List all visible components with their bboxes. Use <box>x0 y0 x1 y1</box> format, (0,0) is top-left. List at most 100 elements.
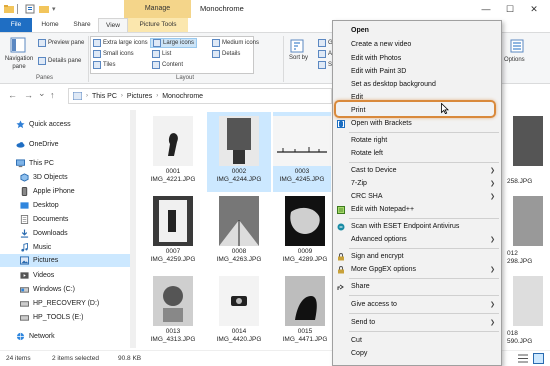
preview-pane-button[interactable]: Preview pane <box>38 39 84 47</box>
extra-large-icons-icon <box>93 39 101 47</box>
minimize-button[interactable]: — <box>474 0 498 18</box>
download-icon <box>20 229 29 238</box>
tab-picture-tools[interactable]: Picture Tools <box>128 18 188 32</box>
menu-item-cut[interactable]: Cut <box>333 335 501 347</box>
menu-item-sign-and-encrypt[interactable]: Sign and encrypt <box>333 251 501 263</box>
file-thumbnail[interactable]: 0009 IMG_4289.JPG <box>273 192 337 272</box>
sidebar-item-hp-tools-e[interactable]: HP_TOOLS (E:) <box>20 311 83 324</box>
sidebar-item-music[interactable]: Music <box>20 241 51 254</box>
chevron-right-icon: › <box>156 93 159 99</box>
sidebar-item-documents[interactable]: Documents <box>20 213 68 226</box>
sidebar-item-onedrive[interactable]: OneDrive <box>16 138 59 151</box>
details-pane-button[interactable]: Details pane <box>38 57 81 65</box>
manage-context-tab[interactable]: Manage <box>124 0 191 18</box>
submenu-arrow-icon: ❯ <box>489 237 495 243</box>
file-thumbnail-selected[interactable]: 0002 IMG_4244.JPG <box>207 112 271 192</box>
menu-item-rotate-left[interactable]: Rotate left <box>333 148 501 160</box>
sidebar-item-hp-recovery-d[interactable]: HP_RECOVERY (D:) <box>20 297 99 310</box>
extra-large-icons-option[interactable]: Extra large icons <box>93 39 148 47</box>
list-option[interactable]: List <box>152 50 171 58</box>
address-bar[interactable]: › This PC › Pictures › Monochrome <box>68 88 332 104</box>
menu-item-label: 7-Zip <box>351 180 367 187</box>
sidebar-item-apple-iphone[interactable]: Apple iPhone <box>20 185 75 198</box>
menu-item-more-gpgex-options[interactable]: More GpgEX options ❯ <box>333 264 501 276</box>
sort-by-button[interactable]: Sort by <box>289 55 309 62</box>
divider <box>349 248 499 249</box>
file-thumbnail-selected[interactable]: 0003 IMG_4245.JPG <box>273 112 331 192</box>
options-button[interactable]: Options <box>504 57 525 63</box>
menu-item-give-access-to[interactable]: Give access to ❯ <box>333 299 501 311</box>
sidebar-item-this-pc[interactable]: This PC <box>16 157 54 170</box>
file-thumbnail-partial[interactable]: 018 590.JPG <box>507 272 543 352</box>
details-option[interactable]: Details <box>212 50 240 58</box>
menu-item-7-zip[interactable]: 7-Zip ❯ <box>333 178 501 190</box>
menu-item-edit-with-notepad-plus-plus[interactable]: Edit with Notepad++ <box>333 204 501 216</box>
tiles-icon <box>93 61 101 69</box>
navigation-pane-icon <box>10 37 26 53</box>
file-thumbnail[interactable]: 0013 IMG_4313.JPG <box>141 272 205 352</box>
file-thumbnail[interactable]: 0001 IMG_4221.JPG <box>141 112 205 192</box>
sidebar-item-3d-objects[interactable]: 3D Objects <box>20 171 68 184</box>
menu-item-open[interactable]: Open <box>333 25 501 37</box>
menu-item-edit-with-photos[interactable]: Edit with Photos <box>333 53 501 65</box>
menu-item-rotate-right[interactable]: Rotate right <box>333 135 501 147</box>
menu-item-create-video[interactable]: Create a new video <box>333 39 501 51</box>
menu-item-set-desktop-background[interactable]: Set as desktop background <box>333 79 501 91</box>
title-bar: ▾ <box>0 0 550 18</box>
medium-icons-option[interactable]: Medium icons <box>212 39 259 47</box>
new-folder-icon[interactable] <box>39 4 49 14</box>
file-thumbnail[interactable]: 0015 IMG_4471.JPG <box>273 272 337 352</box>
sidebar-item-downloads[interactable]: Downloads <box>20 227 68 240</box>
divider <box>88 36 89 82</box>
breadcrumb-pictures[interactable]: Pictures <box>127 93 152 100</box>
large-icons-option[interactable]: Large icons <box>150 38 198 48</box>
tab-file[interactable]: File <box>0 18 32 32</box>
menu-item-edit-with-paint-3d[interactable]: Edit with Paint 3D <box>333 66 501 78</box>
sidebar-item-quick-access[interactable]: Quick access <box>16 118 71 131</box>
properties-icon[interactable] <box>25 4 35 14</box>
menu-item-scan-eset[interactable]: Scan with ESET Endpoint Antivirus <box>333 221 501 233</box>
sidebar-item-label: Pictures <box>33 257 59 264</box>
sidebar-scrollbar[interactable] <box>130 110 136 348</box>
large-icons-view-icon[interactable] <box>533 353 544 364</box>
breadcrumb-this-pc[interactable]: This PC <box>92 93 117 100</box>
sidebar-item-label: HP_TOOLS (E:) <box>33 314 84 321</box>
up-button[interactable]: ↑ <box>50 90 55 100</box>
file-thumbnail-partial[interactable]: 258.JPG <box>507 112 543 192</box>
tiles-option[interactable]: Tiles <box>93 61 115 69</box>
sidebar-item-network[interactable]: Network <box>16 330 55 343</box>
medium-icons-icon <box>212 39 220 47</box>
details-view-icon[interactable] <box>518 354 528 363</box>
tab-share[interactable]: Share <box>66 18 98 32</box>
menu-item-cast-to-device[interactable]: Cast to Device ❯ <box>333 165 501 177</box>
navigation-pane-button[interactable]: Navigation pane <box>2 55 36 71</box>
sidebar-item-pictures[interactable]: Pictures <box>0 254 130 267</box>
sidebar-item-videos[interactable]: Videos <box>20 269 54 282</box>
file-thumbnail[interactable]: 0007 IMG_4259.JPG <box>141 192 205 272</box>
navigation-pane: Quick access OneDrive This PC 3D Objects… <box>0 110 130 348</box>
menu-item-send-to[interactable]: Send to ❯ <box>333 317 501 329</box>
menu-item-open-with-brackets[interactable]: Open with Brackets <box>333 118 501 130</box>
file-thumbnail[interactable]: 0014 IMG_4420.JPG <box>207 272 271 352</box>
breadcrumb-monochrome[interactable]: Monochrome <box>162 93 203 100</box>
sidebar-item-windows-c[interactable]: Windows (C:) <box>20 283 75 296</box>
menu-item-advanced-options[interactable]: Advanced options ❯ <box>333 234 501 246</box>
tab-home[interactable]: Home <box>34 18 66 32</box>
mouse-cursor-icon <box>441 103 449 114</box>
maximize-button[interactable]: ☐ <box>498 0 522 18</box>
quick-access-dropdown-icon[interactable]: ▾ <box>52 5 56 13</box>
content-option[interactable]: Content <box>152 61 183 69</box>
sidebar-item-desktop[interactable]: Desktop <box>20 199 59 212</box>
menu-item-copy[interactable]: Copy <box>333 348 501 360</box>
small-icons-option[interactable]: Small icons <box>93 50 134 58</box>
file-thumbnail[interactable]: 0008 IMG_4263.JPG <box>207 192 271 272</box>
chevron-right-icon: › <box>120 93 123 99</box>
menu-item-crc-sha[interactable]: CRC SHA ❯ <box>333 191 501 203</box>
tab-view[interactable]: View <box>98 18 128 32</box>
recent-locations-button[interactable]: ⌄ <box>38 88 46 99</box>
back-button[interactable]: ← <box>8 90 17 100</box>
file-thumbnail-partial[interactable]: 012 298.JPG <box>507 192 543 272</box>
menu-item-share[interactable]: Share <box>333 281 501 293</box>
close-button[interactable]: ✕ <box>522 0 546 18</box>
forward-button[interactable]: → <box>24 90 33 100</box>
